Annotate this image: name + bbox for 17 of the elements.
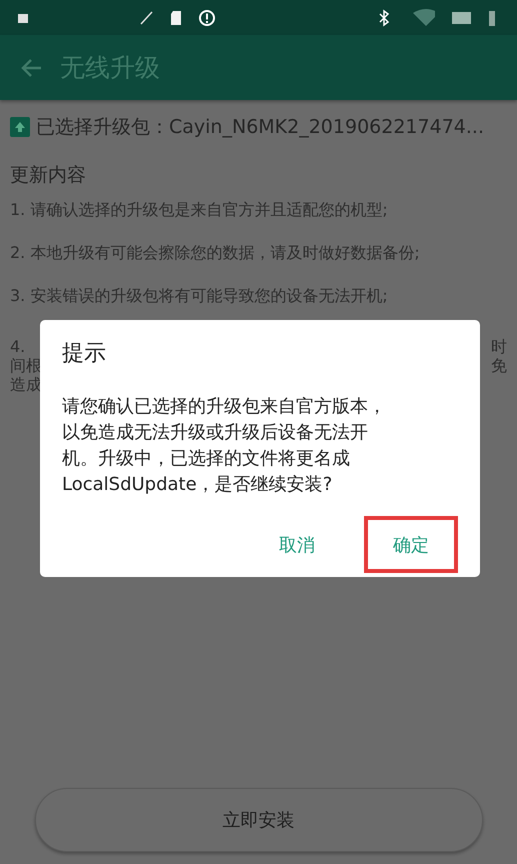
- note-text: 间根: [10, 356, 42, 375]
- alert-icon: [198, 8, 216, 26]
- dialog-title: 提示: [62, 340, 107, 368]
- dialog-button[interactable]: 取消: [250, 516, 344, 573]
- upload-icon: [10, 117, 30, 137]
- dialog-message: 请您确认已选择的升级包来自官方版本，以免造成无法升级或升级后设备无法开机。升级中，已选择的文件将更名成LocalSdUpdate，是否继续安装?: [62, 395, 387, 497]
- section-title: 更新内容: [10, 163, 87, 188]
- note-text: 1. 请确认选择的升级包是来自官方并且适配您的机型;: [10, 200, 389, 219]
- note-text: 3. 安装错误的升级包将有可能导致您的设备无法开机;: [10, 286, 389, 305]
- note-text: 免: [491, 356, 507, 375]
- install-button[interactable]: 立即安装: [34, 788, 482, 852]
- note-text: 4.: [10, 337, 26, 356]
- selected-package: 已选择升级包：Cayin_N6MK2_2019062217474...: [36, 115, 484, 140]
- highlighted-dialog-button[interactable]: 确定: [364, 516, 458, 573]
- note-text: 2. 本地升级有可能会擦除您的数据，请及时做好数据备份;: [10, 243, 421, 262]
- note-text: 时: [491, 337, 507, 356]
- back-arrow-icon[interactable]: [20, 58, 42, 78]
